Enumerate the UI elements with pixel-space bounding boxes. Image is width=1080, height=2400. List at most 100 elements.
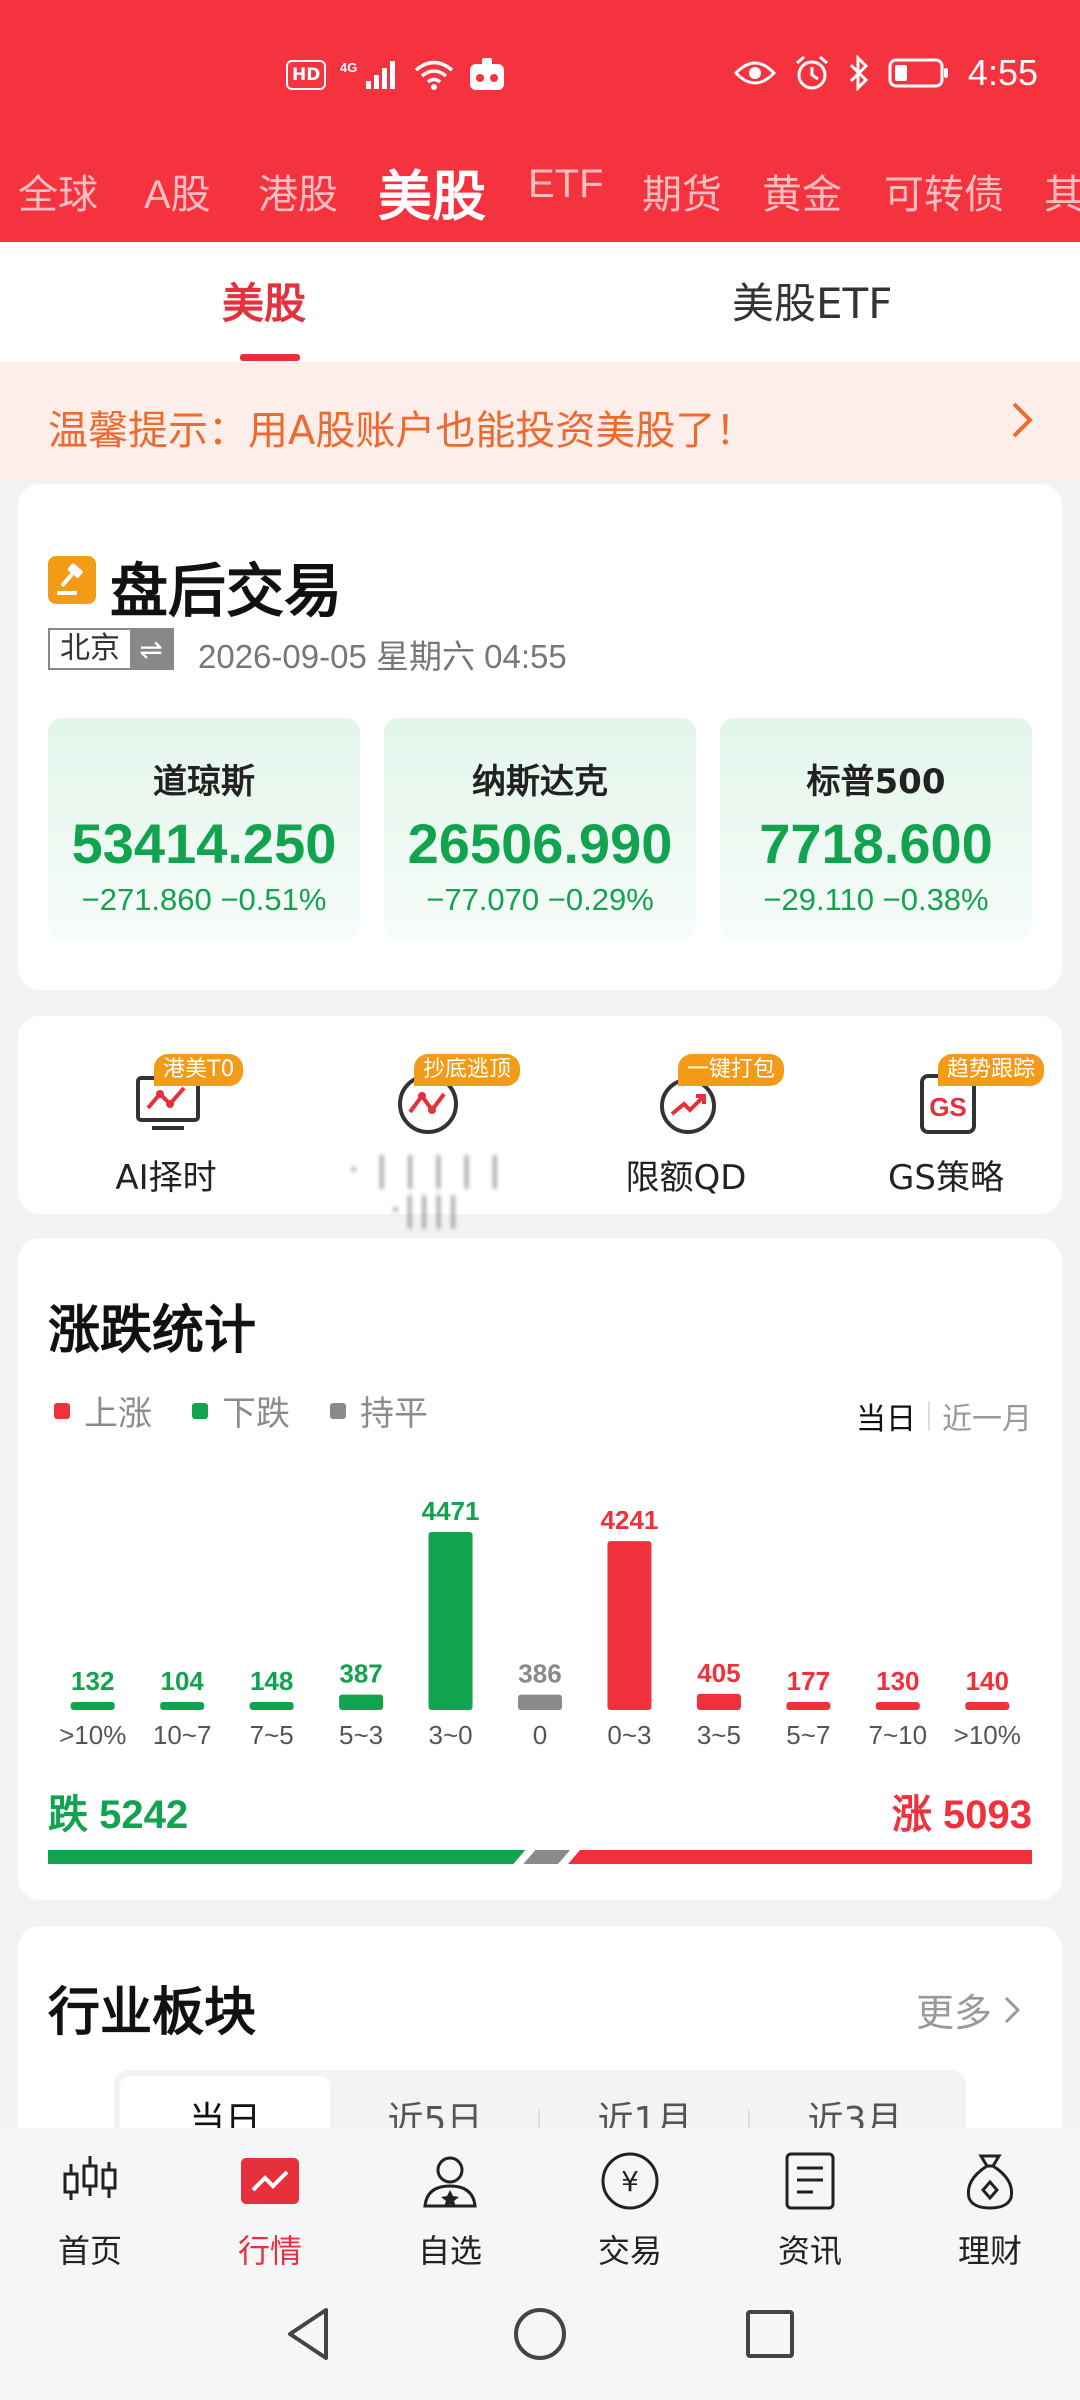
index-card-sp500[interactable]: 标普500 7718.600 −29.110 −0.38% (720, 718, 1032, 940)
nav-news[interactable]: 资讯 (740, 2150, 880, 2272)
bar-value-label-0: 132 (71, 1666, 114, 1696)
ratio-flat (523, 1850, 571, 1864)
bar-value-label-4: 4471 (422, 1496, 480, 1526)
period-toggle: 当日 近一月 (856, 1394, 1032, 1438)
wifi-icon (414, 59, 454, 91)
bar-5 (518, 1694, 562, 1710)
app-notification-icon (468, 58, 506, 92)
bar-value-label-1: 104 (160, 1666, 204, 1696)
user-star-icon (423, 2156, 477, 2208)
market-chart-icon (241, 2158, 299, 2204)
bottom-nav: 首页 行情 自选 ¥ 交易 资讯 理财 (0, 2128, 1080, 2270)
bar-value-label-5: 386 (518, 1659, 561, 1689)
legend-down: 下跌 (192, 1386, 290, 1435)
rise-fall-stats-card: 涨跌统计 上涨 下跌 持平 当日 近一月 132 >10% 104 10~7 148 7~… (18, 1238, 1062, 1900)
network-type: 4G (340, 60, 357, 75)
signal-icon: 4G (340, 59, 400, 91)
bar-2 (249, 1702, 294, 1710)
legend-flat: 持平 (330, 1386, 428, 1435)
ratio-up (568, 1850, 1032, 1864)
market-tab-futures[interactable]: 期货 (642, 162, 722, 220)
subtab-us-etf[interactable]: 美股ETF (732, 270, 892, 331)
nav-watchlist[interactable]: 自选 (380, 2150, 520, 2272)
feature-ai-timing[interactable]: 港美T0 AI择时 (46, 1044, 286, 1204)
index-value: 7718.600 (759, 812, 993, 875)
bar-category-label-1: 10~7 (153, 1720, 212, 1750)
bar-value-label-9: 130 (876, 1666, 919, 1696)
bar-category-label-10: >10% (954, 1720, 1021, 1750)
index-value: 26506.990 (407, 812, 673, 875)
features-card: 港美T0 AI择时 抄底逃顶 · | | | | | ·|||| 一键打包 限额… (18, 1016, 1062, 1230)
rise-fall-ratio-bar (48, 1850, 1032, 1864)
sub-tab-bar: 美股 美股ETF (0, 242, 1080, 362)
feature-bottom-top[interactable]: 抄底逃顶 · | | | | | ·|||| (306, 1044, 546, 1230)
chevron-right-icon (1008, 400, 1036, 444)
market-tab-global[interactable]: 全球 (18, 162, 98, 220)
index-card-dow[interactable]: 道琼斯 53414.250 −271.860 −0.51% (48, 718, 360, 940)
after-hours-card: 盘后交易 北京 ⇌ 2026-09-05 星期六 04:55 道琼斯 53414… (18, 484, 1062, 990)
industry-more-link[interactable]: 更多 (916, 1982, 1022, 2037)
news-doc-icon (785, 2152, 835, 2210)
feature-label: 限额QD (625, 1158, 747, 1198)
location-switch[interactable]: 北京 ⇌ (48, 628, 174, 670)
svg-text:GS: GS (929, 1092, 967, 1122)
bar-category-label-8: 5~7 (786, 1720, 830, 1750)
feature-quota-qd[interactable]: 一键打包 限额QD (566, 1044, 806, 1204)
home-circle-icon[interactable] (508, 2302, 572, 2366)
down-total: 跌 5242 (48, 1793, 189, 1837)
bar-value-label-10: 140 (966, 1666, 1009, 1696)
back-triangle-icon[interactable] (278, 2302, 342, 2366)
subtab-underline (240, 354, 300, 361)
market-tab-hk[interactable]: 港股 (258, 162, 338, 220)
index-change: −77.070 −0.29% (426, 882, 654, 917)
bar-value-label-6: 4241 (601, 1505, 659, 1535)
bar-category-label-5: 0 (533, 1720, 547, 1750)
feature-gs-strategy[interactable]: GS 趋势跟踪 GS策略 (826, 1044, 1066, 1204)
index-name: 标普500 (806, 762, 946, 802)
feature-label: GS策略 (888, 1158, 1004, 1198)
period-today[interactable]: 当日 (856, 1394, 916, 1438)
period-month[interactable]: 近一月 (942, 1394, 1032, 1438)
bar-category-label-2: 7~5 (250, 1720, 294, 1750)
market-tab-other[interactable]: 其 (1044, 162, 1080, 220)
notice-banner[interactable]: 温馨提示：用A股账户也能投资美股了！ (0, 362, 1080, 480)
eye-icon (733, 58, 776, 88)
bar-1 (160, 1702, 205, 1710)
market-tab-convertible[interactable]: 可转债 (884, 162, 1004, 220)
bar-6 (607, 1541, 652, 1710)
index-card-nasdaq[interactable]: 纳斯达克 26506.990 −77.070 −0.29% (384, 718, 696, 940)
index-change: −271.860 −0.51% (81, 882, 327, 917)
trade-datetime: 2026-09-05 星期六 04:55 (198, 638, 567, 675)
nav-wealth[interactable]: 理财 (920, 2150, 1060, 2272)
battery-icon (888, 57, 950, 89)
stats-title: 涨跌统计 (48, 1301, 257, 1361)
market-tab-a-share[interactable]: A股 (144, 162, 211, 220)
candlestick-icon (63, 2156, 117, 2200)
recents-square-icon[interactable] (738, 2302, 802, 2366)
market-tab-gold[interactable]: 黄金 (762, 162, 842, 220)
nav-home[interactable]: 首页 (20, 2150, 160, 2272)
bar-category-label-9: 7~10 (869, 1720, 928, 1750)
bar-value-label-2: 148 (250, 1666, 293, 1696)
nav-market[interactable]: 行情 (200, 2150, 340, 2272)
status-bar: HD 4G 4:55 (0, 52, 1080, 108)
legend-up: 上涨 (54, 1386, 152, 1435)
bar-9 (875, 1702, 920, 1710)
bar-value-label-8: 177 (787, 1666, 830, 1696)
bar-category-label-0: >10% (59, 1720, 126, 1750)
bar-value-label-7: 405 (697, 1658, 740, 1688)
clock: 4:55 (967, 52, 1038, 93)
money-bag-icon (966, 2154, 1014, 2210)
subtab-us-stocks[interactable]: 美股 (222, 270, 306, 331)
bar-0 (70, 1702, 115, 1710)
market-tab-etf[interactable]: ETF (528, 162, 604, 207)
market-tab-us[interactable]: 美股 (378, 152, 486, 228)
bar-8 (786, 1702, 831, 1710)
hd-badge: HD (286, 60, 327, 90)
nav-trade[interactable]: ¥ 交易 (560, 2150, 700, 2272)
bar-value-label-3: 387 (339, 1659, 382, 1689)
swap-icon: ⇌ (130, 630, 172, 668)
market-tab-bar: 全球 A股 港股 美股 ETF 期货 黄金 可转债 其 (0, 148, 1080, 228)
index-value: 53414.250 (71, 812, 337, 875)
app-header: HD 4G 4:55 全球 A股 港股 美股 ETF 期货 黄金 可转债 其 (0, 0, 1080, 242)
